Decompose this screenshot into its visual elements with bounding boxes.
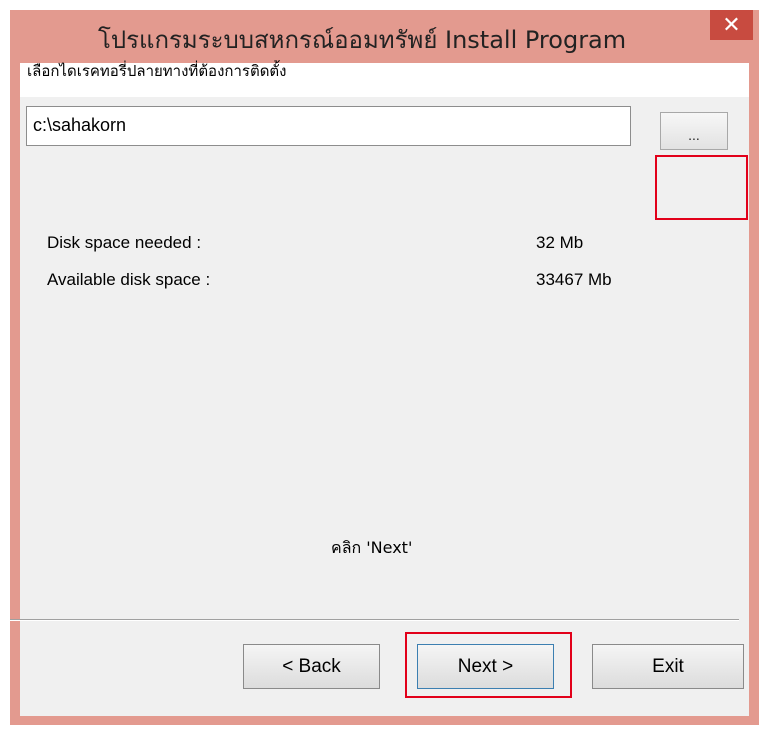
browse-button[interactable]: ... [660, 112, 728, 150]
next-highlight [405, 632, 572, 698]
footer-separator [10, 619, 739, 621]
disk-needed-label: Disk space needed : [47, 233, 202, 252]
browse-highlight [655, 155, 748, 220]
available-space-value: 33467 Mb [536, 270, 612, 289]
install-path-input[interactable]: c:\sahakorn [26, 106, 631, 146]
title-bar[interactable]: โปรแกรมระบบสหกรณ์ออมทรัพย์ Install Progr… [10, 10, 759, 63]
window-title: โปรแกรมระบบสหกรณ์ออมทรัพย์ Install Progr… [98, 26, 627, 54]
back-button[interactable]: < Back [243, 644, 380, 689]
next-hint-text: คลิก 'Next' [331, 538, 413, 557]
close-icon: ✕ [722, 12, 741, 38]
disk-needed-value: 32 Mb [536, 233, 584, 252]
close-button[interactable]: ✕ [710, 10, 753, 40]
destination-heading: เลือกไดเรคทอรี่ปลายทางที่ต้องการติดตั้ง [27, 62, 287, 80]
exit-button[interactable]: Exit [592, 644, 744, 689]
available-space-label: Available disk space : [47, 270, 211, 289]
